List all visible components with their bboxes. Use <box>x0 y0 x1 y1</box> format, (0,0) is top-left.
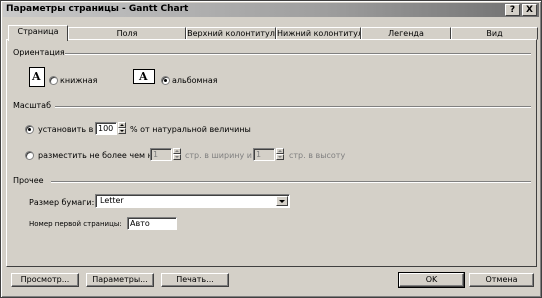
portrait-radio[interactable] <box>49 76 58 85</box>
adjust-radio[interactable] <box>25 125 34 134</box>
chevron-down-icon[interactable] <box>276 196 288 206</box>
page-setup-dialog: Параметры страницы - Gantt Chart ? X Стр… <box>0 0 542 298</box>
fit-label[interactable]: разместить не более чем на <box>38 151 158 160</box>
fit-tall-suffix: стр. в высоту <box>289 151 346 160</box>
fit-wide-input[interactable]: 1 <box>150 148 172 161</box>
help-button[interactable]: ? <box>505 4 520 16</box>
first-page-label: Номер первой страницы: <box>29 220 122 228</box>
close-button[interactable]: X <box>522 4 537 16</box>
portrait-label[interactable]: книжная <box>60 76 97 85</box>
other-group-label: Прочее <box>13 176 44 185</box>
spin-down-icon[interactable] <box>118 128 126 134</box>
spin-down-icon[interactable] <box>173 154 181 160</box>
other-separator <box>51 181 531 183</box>
landscape-page-icon: A <box>133 69 155 84</box>
fit-tall-spinner[interactable] <box>276 148 284 161</box>
adjust-suffix: % от натуральной величины <box>130 125 251 134</box>
adjust-label[interactable]: установить в <box>38 125 93 134</box>
adjust-percent-spinner[interactable] <box>118 122 126 135</box>
fit-tall-input[interactable]: 1 <box>253 148 275 161</box>
paper-size-label: Размер бумаги: <box>29 198 95 207</box>
preview-button[interactable]: Просмотр... <box>11 273 79 287</box>
tab-page[interactable]: Страница <box>8 25 68 41</box>
landscape-label[interactable]: альбомная <box>172 76 218 85</box>
orientation-separator <box>65 53 531 55</box>
paper-size-value: Letter <box>100 196 124 205</box>
window-title: Параметры страницы - Gantt Chart <box>6 4 189 14</box>
adjust-percent-input[interactable]: 100 <box>95 122 117 135</box>
cancel-button[interactable]: Отмена <box>469 273 534 287</box>
scale-separator <box>55 106 531 108</box>
fit-wide-suffix: стр. в ширину и <box>185 151 252 160</box>
landscape-radio[interactable] <box>161 76 170 85</box>
ok-button[interactable]: OK <box>398 272 465 288</box>
orientation-group-label: Ориентация <box>13 48 65 57</box>
title-bar[interactable]: Параметры страницы - Gantt Chart ? X <box>3 3 539 17</box>
paper-size-select[interactable]: Letter <box>95 194 290 208</box>
fit-radio[interactable] <box>25 151 34 160</box>
first-page-input[interactable]: Авто <box>127 217 177 230</box>
spin-down-icon[interactable] <box>276 154 284 160</box>
print-button[interactable]: Печать... <box>161 273 229 287</box>
portrait-page-icon: A <box>29 67 45 87</box>
tab-panel-page: Ориентация A книжная A альбомная Масштаб… <box>6 39 537 267</box>
fit-wide-spinner[interactable] <box>173 148 181 161</box>
options-button[interactable]: Параметры... <box>86 273 154 287</box>
scale-group-label: Масштаб <box>13 101 52 110</box>
tab-strip: Страница Поля Верхний колонтитул Нижний … <box>6 25 538 41</box>
